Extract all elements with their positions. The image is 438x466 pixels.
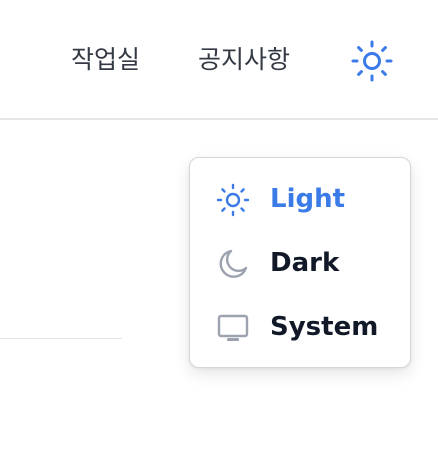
sun-icon — [215, 182, 251, 218]
theme-option-system[interactable]: System — [190, 300, 410, 352]
nav-link-workroom[interactable]: 작업실 — [71, 44, 140, 76]
sun-icon — [351, 40, 393, 82]
monitor-icon — [215, 310, 251, 346]
theme-option-label: Light — [270, 184, 346, 214]
top-navigation-bar: 작업실 공지사항 — [0, 0, 438, 120]
theme-toggle-button[interactable] — [349, 38, 395, 84]
page: 작업실 공지사항 Light Dark System — [0, 0, 438, 466]
nav-link-notice[interactable]: 공지사항 — [198, 44, 290, 76]
moon-icon — [215, 246, 251, 282]
theme-option-dark[interactable]: Dark — [190, 236, 410, 288]
theme-option-light[interactable]: Light — [190, 172, 410, 224]
theme-menu: Light Dark System — [189, 157, 411, 368]
theme-option-label: System — [270, 312, 379, 342]
theme-option-label: Dark — [270, 248, 340, 278]
content-divider — [0, 338, 122, 339]
